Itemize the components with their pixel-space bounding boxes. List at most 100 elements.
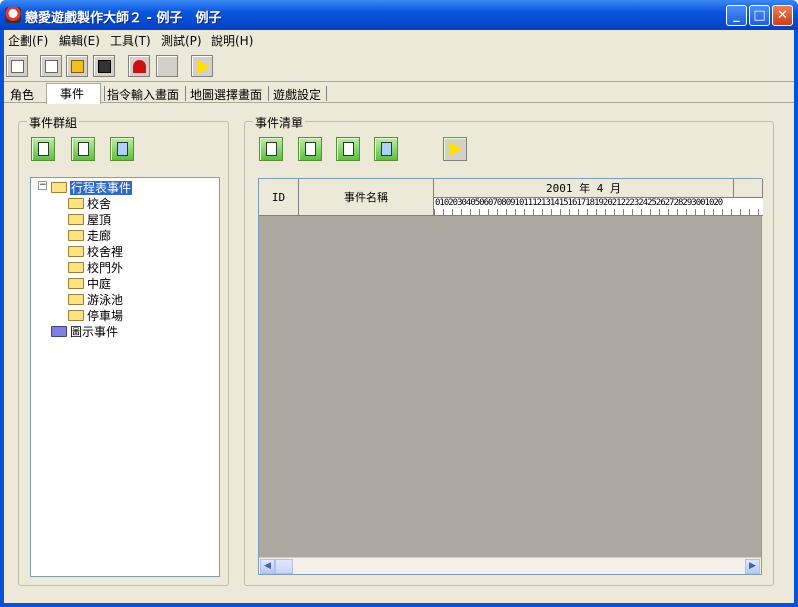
- menu-help[interactable]: 說明(H): [211, 32, 253, 49]
- magnet-icon: [133, 60, 146, 73]
- column-header-next-month[interactable]: [734, 179, 763, 198]
- tab-divider: [185, 86, 186, 101]
- tab-event[interactable]: 事件: [46, 83, 101, 104]
- scroll-right-button[interactable]: ▶: [745, 559, 760, 574]
- window-title: 戀愛遊戲製作大師２ - 例子 例子: [25, 11, 222, 26]
- event-delete-button[interactable]: [374, 137, 398, 161]
- folder-icon: [68, 214, 84, 225]
- tab-game-settings[interactable]: 遊戲設定: [273, 85, 321, 103]
- tree-node[interactable]: 停車場: [68, 307, 123, 323]
- delete-icon: [381, 142, 392, 156]
- tab-character[interactable]: 角色: [10, 85, 34, 103]
- app-window: 戀愛遊戲製作大師２ - 例子 例子 _ □ ✕ 企劃(F) 編輯(E) 工具(T…: [0, 0, 798, 607]
- close-button[interactable]: ✕: [772, 5, 793, 26]
- copy-icon: [343, 142, 354, 156]
- menu-plan[interactable]: 企劃(F): [8, 32, 48, 49]
- event-edit-button[interactable]: [298, 137, 322, 161]
- tree-node[interactable]: 校舍: [68, 195, 111, 211]
- menu-tools[interactable]: 工具(T): [110, 32, 151, 49]
- play-icon: [198, 60, 210, 74]
- run-button[interactable]: [191, 55, 213, 77]
- day-numbers: 0102030405060708091011121314151617181920…: [435, 198, 723, 208]
- menu-edit[interactable]: 編輯(E): [59, 32, 100, 49]
- folder-icon: [68, 198, 84, 209]
- new-page-icon: [11, 60, 24, 73]
- tree-node-label: 中庭: [87, 277, 112, 291]
- save-button[interactable]: [93, 55, 115, 77]
- magnet-button[interactable]: [128, 55, 150, 77]
- title-bar[interactable]: 戀愛遊戲製作大師２ - 例子 例子 _ □ ✕: [0, 0, 798, 30]
- tree-node[interactable]: 走廊: [68, 227, 111, 243]
- folder-button[interactable]: [66, 55, 88, 77]
- tree-node-label: 停車場: [87, 309, 124, 323]
- toolbar: [4, 50, 794, 82]
- scroll-thumb[interactable]: [275, 559, 293, 574]
- open-button[interactable]: [40, 55, 62, 77]
- folder-icon: [68, 278, 84, 289]
- tree-node-label: 圖示事件: [70, 325, 119, 339]
- column-header-id[interactable]: ID: [259, 179, 299, 216]
- delete-icon: [117, 142, 128, 156]
- event-run-button[interactable]: [443, 137, 467, 161]
- tree-node-label: 校門外: [87, 261, 124, 275]
- event-list-label: 事件清單: [253, 114, 306, 131]
- group-new-button[interactable]: [31, 137, 55, 161]
- event-group-tree[interactable]: − 行程表事件 校舍 屋頂 走廊 校舍裡 校門外 中庭 游泳池 停車場 圖示事件: [30, 177, 220, 577]
- minimize-button[interactable]: _: [726, 5, 747, 26]
- column-header-month[interactable]: 2001 年 4 月: [434, 179, 734, 198]
- tab-divider: [326, 86, 327, 101]
- folder-icon: [68, 246, 84, 257]
- folder-icon: [51, 326, 67, 337]
- folder-icon: [68, 230, 84, 241]
- tree-node-label: 行程表事件: [70, 181, 133, 195]
- tree-node-icon-events[interactable]: 圖示事件: [51, 323, 118, 339]
- tree-node-schedule-events[interactable]: 行程表事件: [51, 179, 133, 195]
- column-header-event-name[interactable]: 事件名稱: [299, 179, 434, 216]
- play-icon: [450, 142, 462, 156]
- group-edit-button[interactable]: [71, 137, 95, 161]
- folder-icon: [68, 262, 84, 273]
- tree-node[interactable]: 中庭: [68, 275, 111, 291]
- maximize-button[interactable]: □: [749, 5, 770, 26]
- group-delete-button[interactable]: [110, 137, 134, 161]
- client-area: 企劃(F) 編輯(E) 工具(T) 測試(P) 說明(H) 角色 事件 指令輸入…: [4, 30, 794, 603]
- tab-command-input-screen[interactable]: 指令輸入畫面: [107, 85, 179, 103]
- new-icon: [38, 142, 49, 156]
- event-group-label: 事件群組: [27, 114, 80, 131]
- tab-map-select-screen[interactable]: 地圖選擇畫面: [190, 85, 262, 103]
- horizontal-scrollbar[interactable]: ◀ ▶: [259, 557, 761, 574]
- blank-icon: [161, 60, 174, 73]
- folder-icon: [68, 294, 84, 305]
- blank-button[interactable]: [156, 55, 178, 77]
- event-new-button[interactable]: [259, 137, 283, 161]
- folder-icon: [68, 310, 84, 321]
- open-folder-icon: [51, 182, 67, 193]
- tree-node[interactable]: 校舍裡: [68, 243, 123, 259]
- app-icon[interactable]: [5, 7, 21, 23]
- event-list-grid[interactable]: ID 事件名稱 2001 年 4 月 010203040506070809101…: [258, 178, 763, 575]
- tree-node-label: 屋頂: [87, 213, 112, 227]
- tree-node-label: 走廊: [87, 229, 112, 243]
- menu-bar: 企劃(F) 編輯(E) 工具(T) 測試(P) 說明(H): [4, 30, 794, 50]
- tab-divider: [268, 86, 269, 101]
- save-disk-icon: [98, 60, 111, 73]
- tab-divider: [104, 86, 105, 101]
- new-page-button[interactable]: [6, 55, 28, 77]
- menu-test[interactable]: 測試(P): [161, 32, 202, 49]
- tree-node[interactable]: 屋頂: [68, 211, 111, 227]
- edit-icon: [78, 142, 89, 156]
- new-icon: [266, 142, 277, 156]
- tab-bar: 角色 事件 指令輸入畫面 地圖選擇畫面 遊戲設定: [4, 83, 794, 104]
- tree-node[interactable]: 游泳池: [68, 291, 123, 307]
- edit-icon: [305, 142, 316, 156]
- collapse-icon[interactable]: −: [38, 181, 47, 190]
- tree-node-label: 游泳池: [87, 293, 124, 307]
- open-folder-icon: [45, 60, 58, 73]
- day-number-strip[interactable]: 0102030405060708091011121314151617181920…: [434, 198, 763, 216]
- tree-node-label: 校舍裡: [87, 245, 124, 259]
- tree-node[interactable]: 校門外: [68, 259, 123, 275]
- tree-node-label: 校舍: [87, 197, 112, 211]
- day-ticks: [434, 209, 763, 215]
- event-copy-button[interactable]: [336, 137, 360, 161]
- scroll-left-button[interactable]: ◀: [260, 559, 275, 574]
